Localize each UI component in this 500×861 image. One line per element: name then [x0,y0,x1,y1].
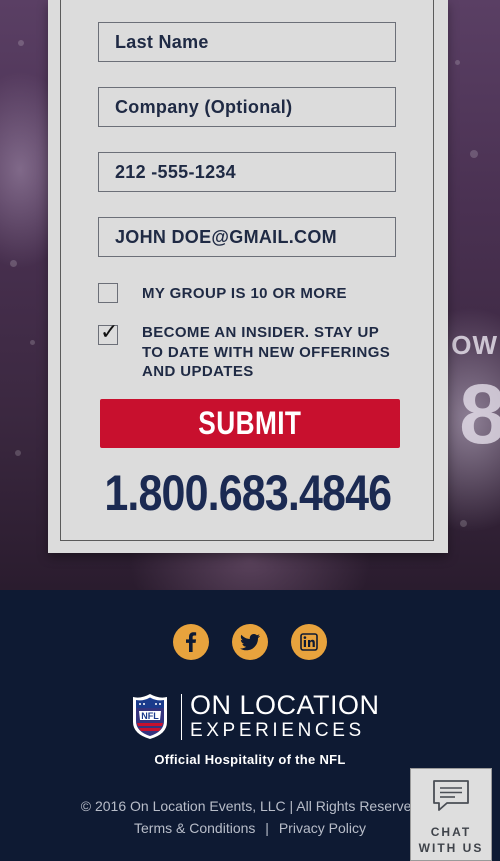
insider-option: ✓ BECOME AN INSIDER. STAY UP TO DATE WIT… [98,320,390,382]
insider-label: BECOME AN INSIDER. STAY UP TO DATE WITH … [142,323,390,382]
social-links [0,624,500,660]
nfl-shield-text: NFL [141,711,159,721]
logo-line1: ON LOCATION [190,690,380,720]
insider-label-line: BECOME AN INSIDER. STAY UP [142,324,380,341]
email-value: JOHN DOE@GMAIL.COM [115,226,337,247]
submit-button[interactable]: SUBMIT [100,399,400,448]
chat-label-line2: WITH US [418,841,484,855]
check-icon: ✓ [100,320,119,345]
phone-number[interactable]: 1.800.683.4846 [48,464,448,522]
nfl-shield-icon: NFL [131,692,169,740]
chat-label: CHAT WITH US [419,824,484,856]
signup-form-panel: Last Name Company (Optional) 212 -555-12… [48,0,448,553]
email-field[interactable]: JOHN DOE@GMAIL.COM [98,217,396,257]
company-field[interactable]: Company (Optional) [98,87,396,127]
legal-separator: | [265,820,269,836]
form-border [60,0,434,541]
phone-number-text: 1.800.683.4846 [104,465,393,521]
group-size-label: MY GROUP IS 10 OR MORE [142,285,347,302]
on-location-logo[interactable]: NFL ON LOCATION EXPERIENCES [131,692,380,743]
tagline: Official Hospitality of the NFL [154,752,346,767]
company-placeholder: Company (Optional) [115,96,293,117]
last-name-field[interactable]: Last Name [98,22,396,62]
submit-label: SUBMIT [198,405,302,441]
jersey-text: OW [451,330,498,360]
chat-label-line1: CHAT [430,825,472,839]
logo-wordmark: ON LOCATION EXPERIENCES [190,692,380,743]
chat-widget-button[interactable]: CHAT WITH US [410,768,492,861]
insider-label-line: AND UPDATES [142,363,254,380]
chat-bubble-icon [431,779,471,818]
group-size-option: MY GROUP IS 10 OR MORE [98,283,347,304]
privacy-link[interactable]: Privacy Policy [279,820,366,836]
insider-checkbox[interactable]: ✓ [98,320,118,345]
phone-field[interactable]: 212 -555-1234 [98,152,396,192]
twitter-icon[interactable] [232,624,268,660]
facebook-icon[interactable] [173,624,209,660]
logo-line2: EXPERIENCES [190,720,365,741]
insider-label-line: TO DATE WITH NEW OFFERINGS [142,343,391,361]
terms-link[interactable]: Terms & Conditions [134,820,255,836]
group-size-checkbox[interactable] [98,283,118,303]
logo-divider [181,694,182,740]
phone-value: 212 -555-1234 [115,161,236,182]
last-name-placeholder: Last Name [115,31,209,52]
jersey-number: 8 [459,367,500,461]
linkedin-icon[interactable] [291,624,327,660]
